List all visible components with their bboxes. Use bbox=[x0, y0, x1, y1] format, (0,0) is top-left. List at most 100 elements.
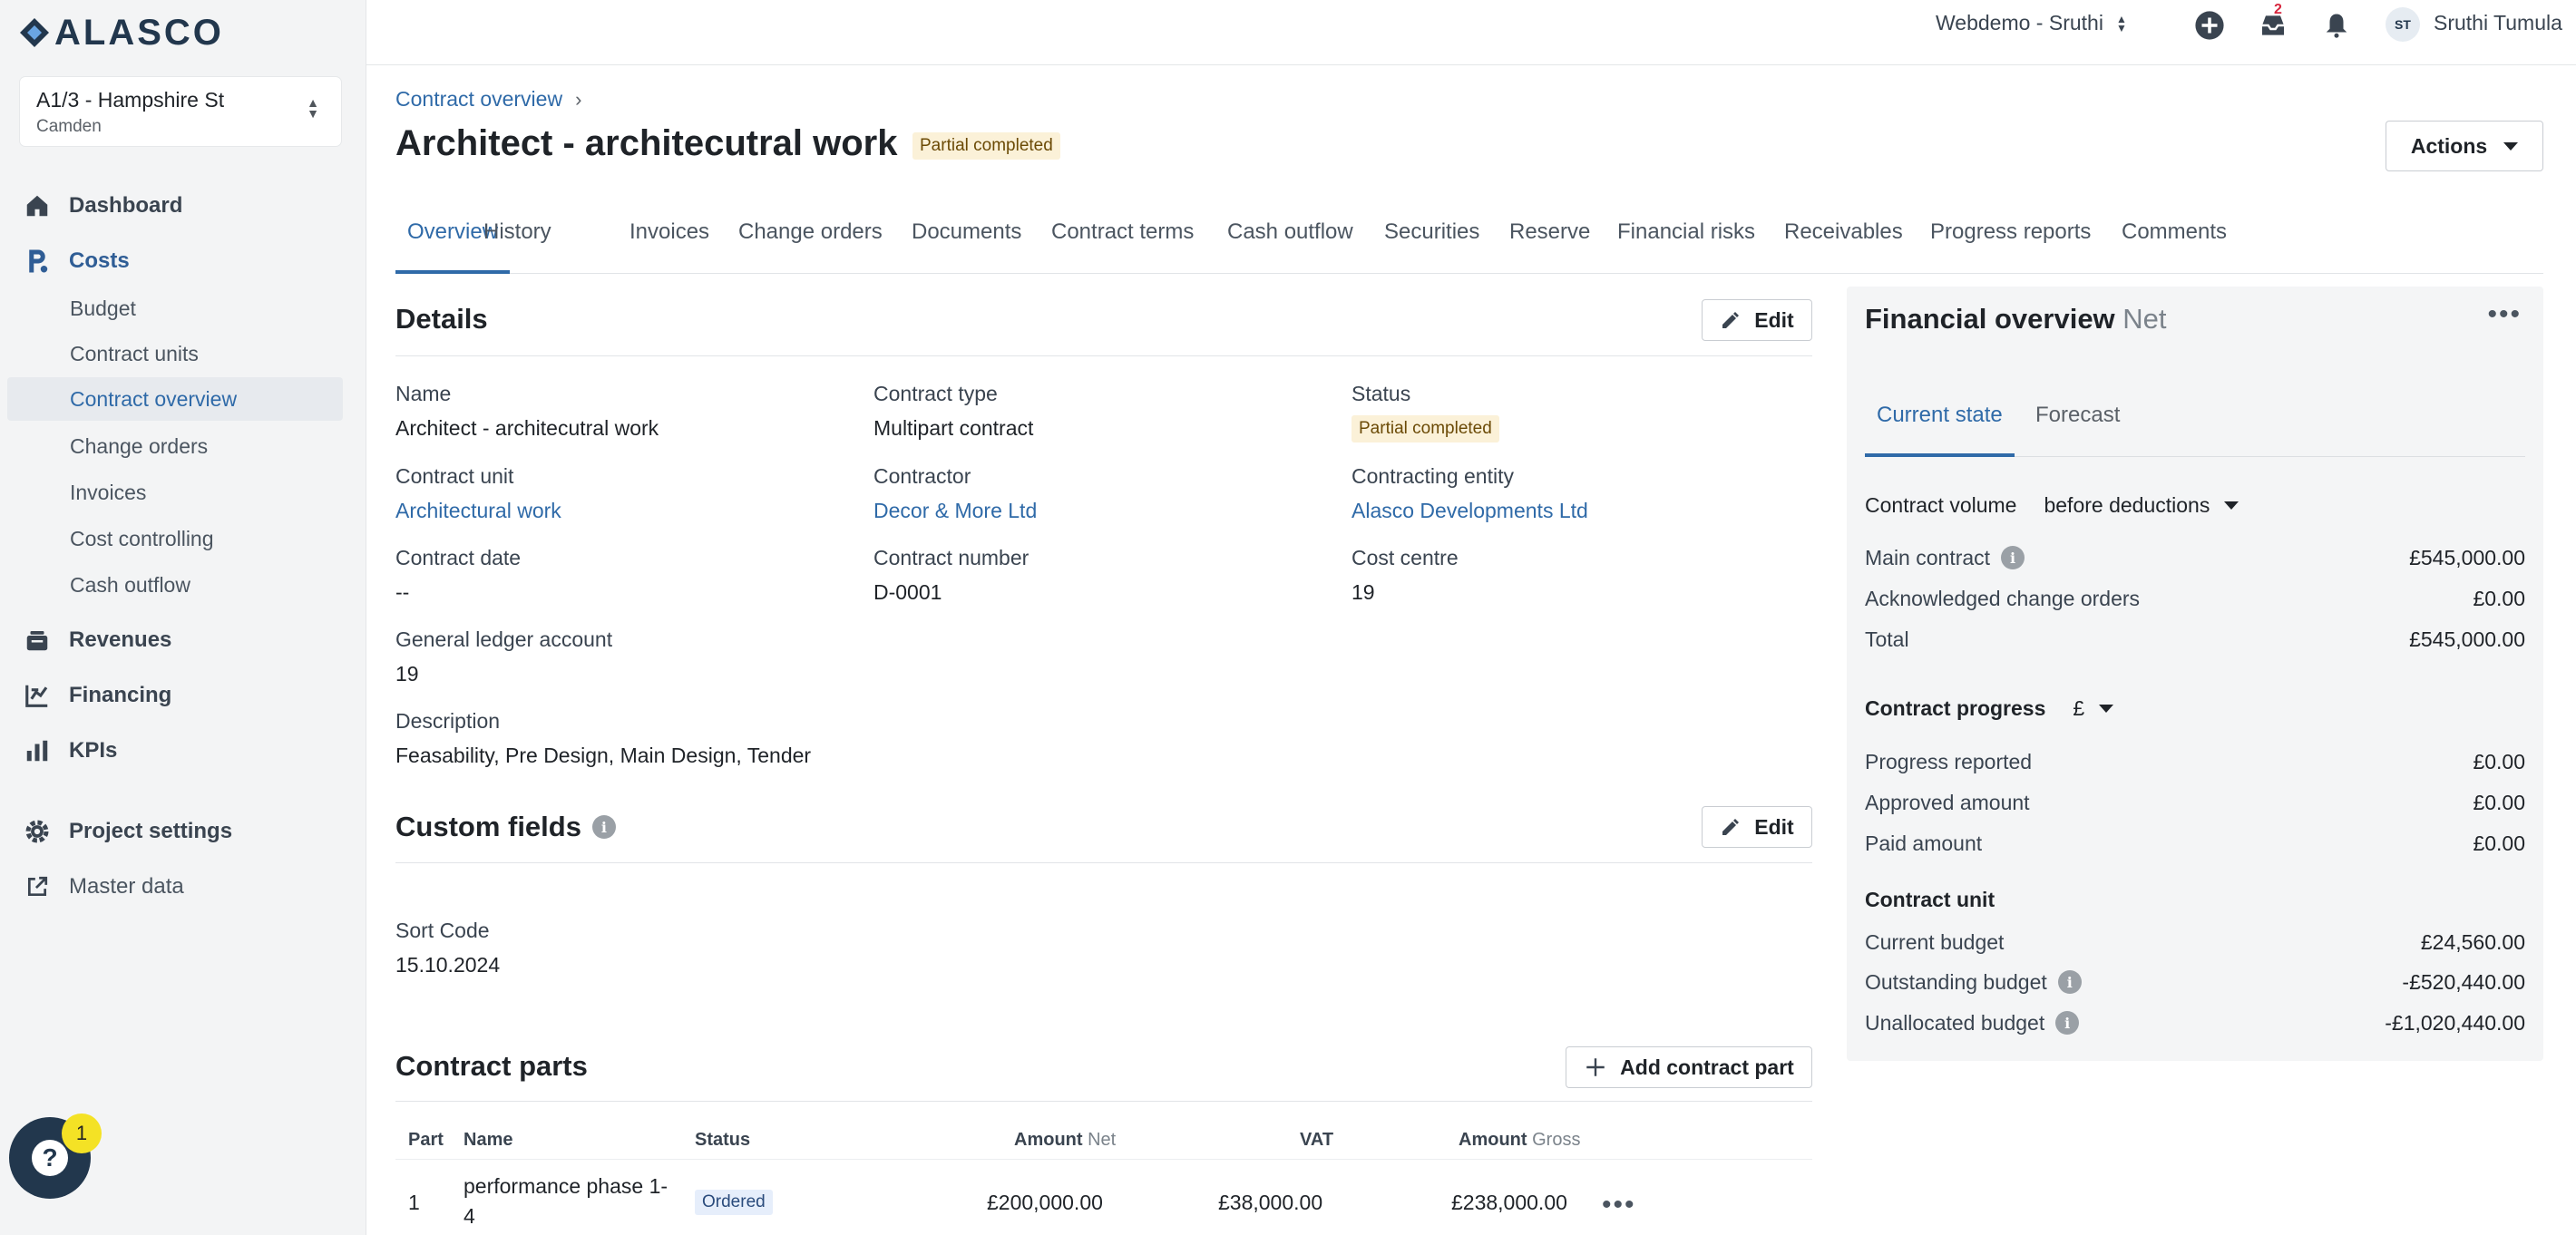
info-icon[interactable]: i bbox=[2057, 970, 2082, 994]
nav-change-orders-label: Change orders bbox=[70, 433, 209, 458]
contract-volume-select[interactable]: before deductions bbox=[2044, 493, 2239, 518]
tab-comments[interactable]: Comments bbox=[2122, 207, 2227, 274]
financial-overview-panel: Financial overview Net ••• Current state… bbox=[1847, 287, 2543, 1061]
financing-icon bbox=[22, 680, 53, 711]
contract-parts-divider bbox=[395, 1101, 1812, 1102]
tab-financial-risks[interactable]: Financial risks bbox=[1617, 207, 1755, 274]
tab-receivables[interactable]: Receivables bbox=[1784, 207, 1903, 274]
caret-down-icon bbox=[2503, 141, 2519, 151]
progress-reported-row: Progress reported £0.00 bbox=[1865, 746, 2525, 777]
col-amount-gross-label: Amount bbox=[1459, 1130, 1527, 1150]
current-budget-label: Current budget bbox=[1865, 929, 2005, 954]
tab-documents[interactable]: Documents bbox=[912, 207, 1021, 274]
logo-text: ALASCO bbox=[54, 12, 224, 53]
tab-reserve[interactable]: Reserve bbox=[1509, 207, 1590, 274]
actions-button[interactable]: Actions bbox=[2386, 121, 2543, 171]
outstanding-budget-label: Outstanding budget bbox=[1865, 969, 2047, 994]
breadcrumb-contract-overview[interactable]: Contract overview bbox=[395, 87, 562, 112]
more-horizontal-icon[interactable]: ••• bbox=[1602, 1190, 1636, 1220]
tab-progress-reports[interactable]: Progress reports bbox=[1930, 207, 2091, 274]
contract-progress-label: Contract progress bbox=[1865, 696, 2046, 720]
total-row: Total £545,000.00 bbox=[1865, 624, 2525, 655]
workspace-name: Webdemo - Sruthi bbox=[1936, 11, 2103, 34]
row-status-badge: Ordered bbox=[695, 1190, 773, 1215]
nav-cash-outflow[interactable]: Cash outflow bbox=[7, 563, 343, 607]
col-gross-label: Gross bbox=[1532, 1130, 1581, 1150]
current-budget-value: £24,560.00 bbox=[2420, 929, 2525, 954]
main-contract-value: £545,000.00 bbox=[2409, 545, 2525, 569]
nav-cost-controlling[interactable]: Cost controlling bbox=[7, 517, 343, 560]
progress-reported-label: Progress reported bbox=[1865, 749, 2033, 773]
row-name-line1: performance phase 1- bbox=[463, 1174, 668, 1198]
nav-project-settings[interactable]: Project settings bbox=[0, 808, 366, 855]
ack-change-orders-value: £0.00 bbox=[2473, 586, 2525, 610]
nav-revenues[interactable]: Revenues bbox=[0, 617, 366, 664]
paid-amount-row: Paid amount £0.00 bbox=[1865, 828, 2525, 859]
nav-costs-label: Costs bbox=[69, 248, 130, 273]
nav-contract-overview[interactable]: Contract overview bbox=[7, 377, 343, 421]
unallocated-budget-label: Unallocated budget bbox=[1865, 1010, 2045, 1035]
nav-change-orders[interactable]: Change orders bbox=[7, 424, 343, 468]
nav-budget-label: Budget bbox=[70, 296, 136, 320]
nav-contract-units[interactable]: Contract units bbox=[7, 332, 343, 375]
table-header-divider bbox=[395, 1159, 1812, 1160]
contractor-label: Contractor bbox=[873, 464, 971, 488]
nav-contract-overview-label: Contract overview bbox=[70, 386, 238, 411]
approved-amount-value: £0.00 bbox=[2473, 790, 2525, 814]
nav-cash-outflow-label: Cash outflow bbox=[70, 572, 190, 597]
contract-number-value: D-0001 bbox=[873, 580, 942, 604]
plus-circle-icon[interactable] bbox=[2191, 7, 2228, 44]
contracting-entity-label: Contracting entity bbox=[1351, 464, 1514, 488]
alasco-logo[interactable]: ALASCO bbox=[18, 13, 224, 53]
tab-current-state[interactable]: Current state bbox=[1865, 403, 2015, 457]
add-contract-part-button[interactable]: Add contract part bbox=[1566, 1046, 1812, 1088]
contractor-link[interactable]: Decor & More Ltd bbox=[873, 499, 1037, 523]
workspace-selector[interactable]: Webdemo - Sruthi ▲ ▼ bbox=[1936, 11, 2127, 35]
row-part: 1 bbox=[408, 1191, 420, 1214]
tab-invoices[interactable]: Invoices bbox=[629, 207, 709, 274]
bell-icon[interactable] bbox=[2318, 7, 2355, 44]
page-title: Architect - architecutral work bbox=[395, 123, 898, 163]
contracting-entity-link[interactable]: Alasco Developments Ltd bbox=[1351, 499, 1588, 523]
nav-invoices[interactable]: Invoices bbox=[7, 471, 343, 514]
info-icon[interactable]: i bbox=[2001, 546, 2025, 569]
contract-progress-select[interactable]: £ bbox=[2073, 696, 2114, 721]
financial-overview-net: Net bbox=[2122, 303, 2167, 335]
tab-contract-terms[interactable]: Contract terms bbox=[1051, 207, 1194, 274]
external-link-icon bbox=[22, 871, 53, 902]
project-location: Camden bbox=[36, 117, 102, 136]
top-bar bbox=[366, 0, 2576, 65]
more-horizontal-icon[interactable]: ••• bbox=[2487, 299, 2522, 330]
tab-forecast[interactable]: Forecast bbox=[2035, 403, 2120, 457]
nav-dashboard[interactable]: Dashboard bbox=[0, 182, 366, 229]
avatar[interactable]: ST bbox=[2386, 7, 2420, 42]
breadcrumb: Contract overview › bbox=[395, 87, 581, 112]
nav-budget[interactable]: Budget bbox=[7, 287, 343, 330]
info-icon[interactable]: i bbox=[591, 815, 616, 839]
tab-cash-outflow[interactable]: Cash outflow bbox=[1227, 207, 1353, 274]
col-part: Part bbox=[408, 1130, 444, 1150]
contract-parts-title-text: Contract parts bbox=[395, 1050, 588, 1082]
contract-unit-link[interactable]: Architectural work bbox=[395, 499, 561, 523]
info-icon[interactable]: i bbox=[2055, 1011, 2080, 1035]
nav-financing[interactable]: Financing bbox=[0, 672, 366, 719]
nav-kpis[interactable]: KPIs bbox=[0, 727, 366, 774]
col-vat: VAT bbox=[1300, 1130, 1334, 1150]
project-selector[interactable]: A1/3 - Hampshire St Camden ▲ ▼ bbox=[20, 77, 341, 146]
inbox-icon[interactable] bbox=[2255, 7, 2291, 44]
nav-master-data[interactable]: Master data bbox=[0, 863, 366, 910]
tab-history[interactable]: History bbox=[483, 207, 551, 274]
name-value: Architect - architecutral work bbox=[395, 416, 659, 440]
details-edit-button[interactable]: Edit bbox=[1702, 299, 1812, 341]
tab-securities[interactable]: Securities bbox=[1384, 207, 1479, 274]
nav-costs[interactable]: Costs bbox=[0, 238, 366, 285]
unallocated-budget-value: -£1,020,440.00 bbox=[2385, 1010, 2525, 1035]
custom-fields-edit-button[interactable]: Edit bbox=[1702, 806, 1812, 848]
name-label: Name bbox=[395, 382, 452, 405]
tab-change-orders[interactable]: Change orders bbox=[738, 207, 883, 274]
row-name-line2: 4 bbox=[463, 1204, 475, 1228]
contract-type-value: Multipart contract bbox=[873, 416, 1034, 440]
user-name[interactable]: Sruthi Tumula bbox=[2434, 11, 2562, 35]
nav-project-settings-label: Project settings bbox=[69, 819, 233, 843]
nav-kpis-label: KPIs bbox=[69, 738, 118, 763]
